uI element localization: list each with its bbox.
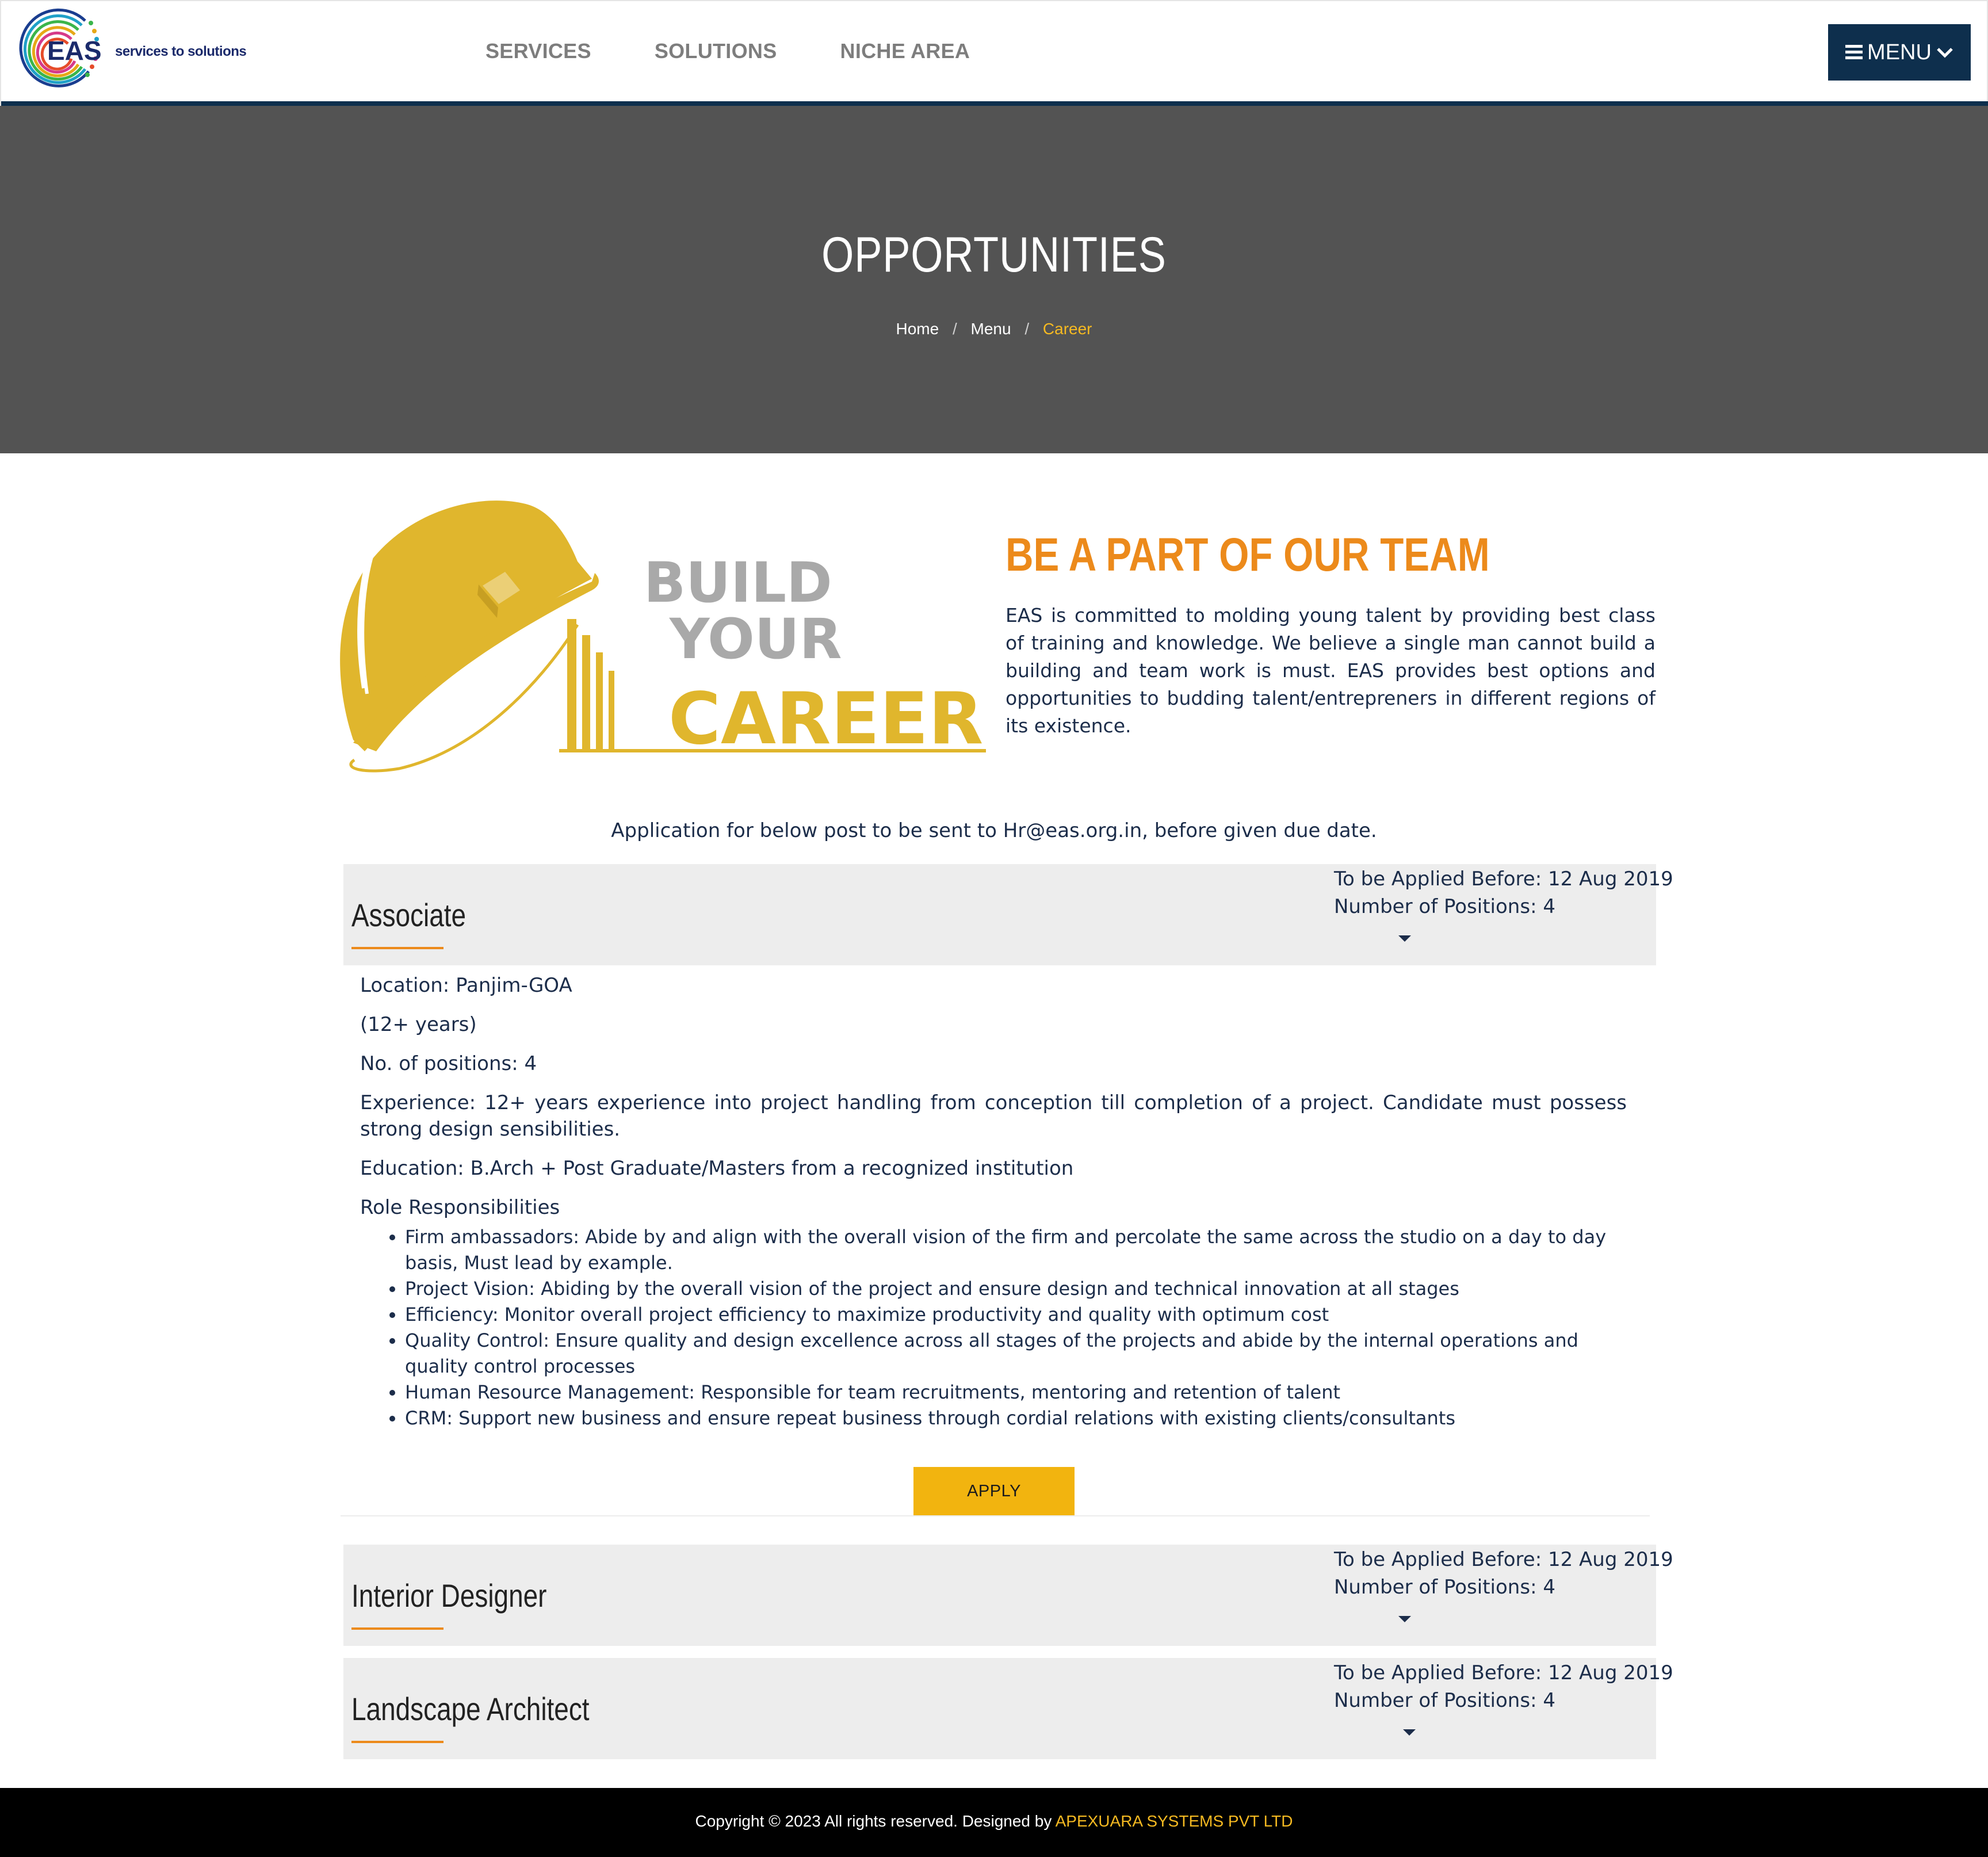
job-positions: Number of Positions: 4: [1334, 1576, 1555, 1599]
list-item: Human Resource Management: Responsible f…: [405, 1380, 1627, 1405]
title-underline: [351, 1741, 444, 1743]
menu-label: MENU: [1867, 40, 1932, 64]
nav-solutions[interactable]: SOLUTIONS: [655, 39, 777, 63]
job-positions: Number of Positions: 4: [1334, 895, 1555, 918]
job-meta: To be Applied Before: 12 Aug 2019 Number…: [1334, 865, 1673, 920]
breadcrumb-current: Career: [1042, 320, 1092, 338]
job-deadline: To be Applied Before: 12 Aug 2019: [1334, 1548, 1673, 1571]
site-header: EAS services to solutions SERVICES SOLUT…: [0, 0, 1988, 107]
breadcrumb-menu[interactable]: Menu: [971, 320, 1011, 338]
responsibilities-list: Firm ambassadors: Abide by and align wit…: [405, 1224, 1627, 1431]
job-experience: Experience: 12+ years experience into pr…: [360, 1091, 1627, 1141]
breadcrumb-separator: /: [952, 320, 957, 338]
job-panel-landscape-architect[interactable]: Landscape Architect To be Applied Before…: [343, 1658, 1673, 1759]
designer-link[interactable]: APEXUARA SYSTEMS PVT LTD: [1056, 1812, 1293, 1830]
team-description: EAS is committed to molding young talent…: [1006, 604, 1656, 737]
svg-text:EAS: EAS: [47, 36, 102, 66]
eas-logo-icon: EAS: [19, 8, 102, 87]
job-title: Interior Designer: [351, 1577, 547, 1614]
caret-down-icon[interactable]: [1398, 935, 1411, 942]
job-education: Education: B.Arch + Post Graduate/Master…: [360, 1157, 1074, 1180]
job-details-associate: Location: Panjim-GOA (12+ years) No. of …: [360, 972, 1627, 1431]
main-nav: SERVICES SOLUTIONS NICHE AREA: [485, 39, 1033, 63]
copyright: Copyright © 2023 All rights reserved. De…: [0, 1812, 1988, 1831]
build-your-career-image: BUILD YOUR CAREER: [330, 498, 986, 774]
svg-text:BUILD: BUILD: [644, 551, 832, 615]
list-item: Project Vision: Abiding by the overall v…: [405, 1276, 1627, 1302]
job-positions: Number of Positions: 4: [1334, 1689, 1555, 1712]
copyright-text: Copyright © 2023 All rights reserved. De…: [695, 1812, 1052, 1830]
list-item: Quality Control: Ensure quality and desi…: [405, 1328, 1627, 1380]
divider: [341, 1515, 1650, 1516]
application-note: Application for below post to be sent to…: [611, 819, 1377, 842]
job-title: Associate: [351, 897, 467, 933]
title-underline: [351, 1627, 444, 1630]
site-footer: Copyright © 2023 All rights reserved. De…: [0, 1788, 1988, 1857]
nav-niche-area[interactable]: NICHE AREA: [840, 39, 970, 63]
job-meta: To be Applied Before: 12 Aug 2019 Number…: [1334, 1659, 1673, 1714]
page-title: OPPORTUNITIES: [821, 227, 1167, 282]
eas-logo[interactable]: EAS services to solutions: [17, 3, 259, 99]
hamburger-icon: [1845, 45, 1863, 60]
breadcrumb: Home / Menu / Career: [0, 320, 1988, 338]
logo-tagline: services to solutions: [115, 44, 247, 59]
breadcrumb-separator: /: [1024, 320, 1030, 338]
list-item: CRM: Support new business and ensure rep…: [405, 1405, 1627, 1431]
responsibilities-heading: Role Responsibilities: [360, 1196, 560, 1219]
job-position-count: No. of positions: 4: [360, 1052, 537, 1075]
svg-text:CAREER: CAREER: [668, 678, 983, 761]
hero-banner: OPPORTUNITIES Home / Menu / Career: [0, 106, 1988, 453]
job-years: (12+ years): [360, 1013, 477, 1036]
apply-button[interactable]: APPLY: [913, 1467, 1075, 1515]
caret-down-icon[interactable]: [1398, 1616, 1411, 1622]
job-panel-interior-designer[interactable]: Interior Designer To be Applied Before: …: [343, 1545, 1673, 1646]
job-title: Landscape Architect: [351, 1691, 590, 1727]
job-meta: To be Applied Before: 12 Aug 2019 Number…: [1334, 1546, 1673, 1601]
svg-text:YOUR: YOUR: [669, 607, 842, 671]
caret-down-icon[interactable]: [1403, 1729, 1416, 1736]
nav-services[interactable]: SERVICES: [485, 39, 591, 63]
menu-button[interactable]: MENU: [1828, 24, 1971, 81]
list-item: Efficiency: Monitor overall project effi…: [405, 1302, 1627, 1328]
job-deadline: To be Applied Before: 12 Aug 2019: [1334, 1661, 1673, 1684]
job-panel-associate[interactable]: Associate To be Applied Before: 12 Aug 2…: [343, 864, 1673, 965]
helmet-icon: BUILD YOUR CAREER: [340, 500, 986, 773]
title-underline: [351, 947, 444, 949]
job-location: Location: Panjim-GOA: [360, 974, 572, 997]
job-deadline: To be Applied Before: 12 Aug 2019: [1334, 868, 1673, 891]
breadcrumb-home[interactable]: Home: [896, 320, 939, 338]
list-item: Firm ambassadors: Abide by and align wit…: [405, 1224, 1627, 1276]
team-heading: BE A PART OF OUR TEAM: [1006, 529, 1490, 581]
chevron-down-icon: [1937, 48, 1953, 58]
